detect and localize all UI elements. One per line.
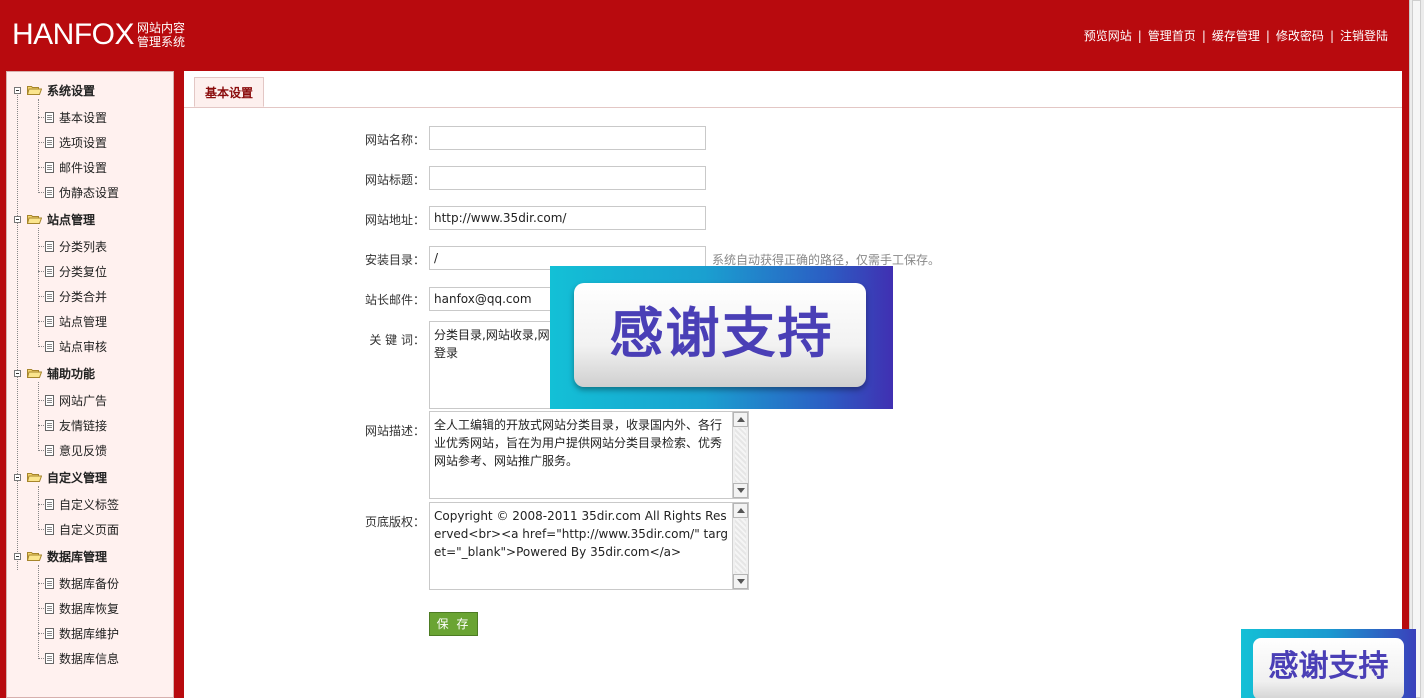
nav-admin-home[interactable]: 管理首页 [1148,27,1196,44]
document-icon [45,136,54,148]
collapse-icon[interactable] [14,215,21,223]
textarea-scrollbar[interactable] [732,503,748,589]
tab-basic-settings[interactable]: 基本设置 [194,77,265,107]
admin-email-label: 站长邮件： [364,293,425,307]
sidebar-group-label: 辅助功能 [47,366,96,381]
tab-bar: 基本设置 [184,71,1402,108]
document-icon [45,240,54,252]
keywords-label: 关 键 词： [369,333,425,347]
tree-branch-line [38,565,39,657]
document-icon [45,419,54,431]
window-scrollbar[interactable] [1409,0,1424,698]
folder-open-icon [27,215,42,224]
folder-open-icon [27,552,42,561]
document-icon [45,602,54,614]
sidebar-group-label: 站点管理 [47,212,96,227]
nav-separator: | [1137,28,1142,43]
nav-change-password[interactable]: 修改密码 [1276,27,1324,44]
scroll-up-arrow-icon[interactable] [733,503,748,518]
sidebar-group-label: 数据库管理 [47,549,108,564]
document-icon [45,340,54,352]
scrollbar-thumb[interactable] [1412,0,1421,698]
collapse-icon[interactable] [14,552,21,560]
copyright-text: Copyright © 2008-2011 35dir.com All Righ… [434,509,728,559]
scroll-down-arrow-icon[interactable] [733,483,748,498]
logo: HANFOX 网站内容 管理系统 [12,18,185,52]
tree-branch-line [38,486,39,528]
site-title-label: 网站标题： [364,173,425,187]
scroll-track[interactable] [735,428,746,482]
sidebar-group-label: 自定义管理 [47,470,108,485]
document-icon [45,523,54,535]
tree-branch-line [38,382,39,449]
site-url-input[interactable] [429,206,706,230]
folder-open-icon [27,369,42,378]
site-name-input[interactable] [429,126,706,150]
save-button[interactable]: 保 存 [429,612,478,636]
logo-subtitle: 网站内容 管理系统 [137,21,185,49]
install-dir-label: 安装目录： [364,253,425,267]
site-title-input[interactable] [429,166,706,190]
folder-open-icon [27,473,42,482]
document-icon [45,627,54,639]
description-label: 网站描述： [364,424,425,438]
scroll-up-arrow-icon[interactable] [733,412,748,427]
description-text: 全人工编辑的开放式网站分类目录，收录国内外、各行业优秀网站，旨在为用户提供网站分… [434,418,723,468]
copyright-label: 页底版权： [364,515,425,529]
tree-root-line [17,87,18,570]
thanks-banner-overlay[interactable]: 感谢支持 [550,266,893,409]
nav-cache-manage[interactable]: 缓存管理 [1212,27,1260,44]
document-icon [45,394,54,406]
document-icon [45,315,54,327]
document-icon [45,186,54,198]
document-icon [45,290,54,302]
scroll-down-arrow-icon[interactable] [733,574,748,589]
collapse-icon[interactable] [14,473,21,481]
nav-separator: | [1265,28,1270,43]
document-icon [45,265,54,277]
description-textarea[interactable]: 全人工编辑的开放式网站分类目录，收录国内外、各行业优秀网站，旨在为用户提供网站分… [429,411,749,499]
logo-main-text: HANFOX [12,18,135,51]
scroll-track[interactable] [735,519,746,573]
tree-branch-line [38,99,39,191]
document-icon [45,444,54,456]
document-icon [45,577,54,589]
document-icon [45,161,54,173]
sidebar-group-label: 系统设置 [47,83,96,98]
banner-text: 感谢支持 [1268,649,1389,684]
nav-logout[interactable]: 注销登陆 [1340,27,1388,44]
nav-separator: | [1201,28,1206,43]
site-url-label: 网站地址： [364,213,425,227]
document-icon [45,111,54,123]
sidebar: 系统设置 基本设置 选项设置 邮件设置 伪静态设置 站点管理 分类列表 分类复位… [6,71,174,698]
site-name-label: 网站名称： [364,133,425,147]
folder-open-icon [27,86,42,95]
collapse-icon[interactable] [14,369,21,377]
logo-subtitle-line1: 网站内容 [137,21,186,35]
top-nav: 预览网站 | 管理首页 | 缓存管理 | 修改密码 | 注销登陆 [1084,27,1388,44]
nav-preview-site[interactable]: 预览网站 [1084,27,1132,44]
textarea-scrollbar[interactable] [732,412,748,498]
thanks-banner-corner[interactable]: 感谢支持 [1241,629,1416,698]
banner-text: 感谢支持 [609,302,834,365]
logo-subtitle-line2: 管理系统 [137,35,186,49]
copyright-textarea[interactable]: Copyright © 2008-2011 35dir.com All Righ… [429,502,749,590]
document-icon [45,652,54,664]
nav-separator: | [1329,28,1334,43]
document-icon [45,498,54,510]
collapse-icon[interactable] [14,86,21,94]
